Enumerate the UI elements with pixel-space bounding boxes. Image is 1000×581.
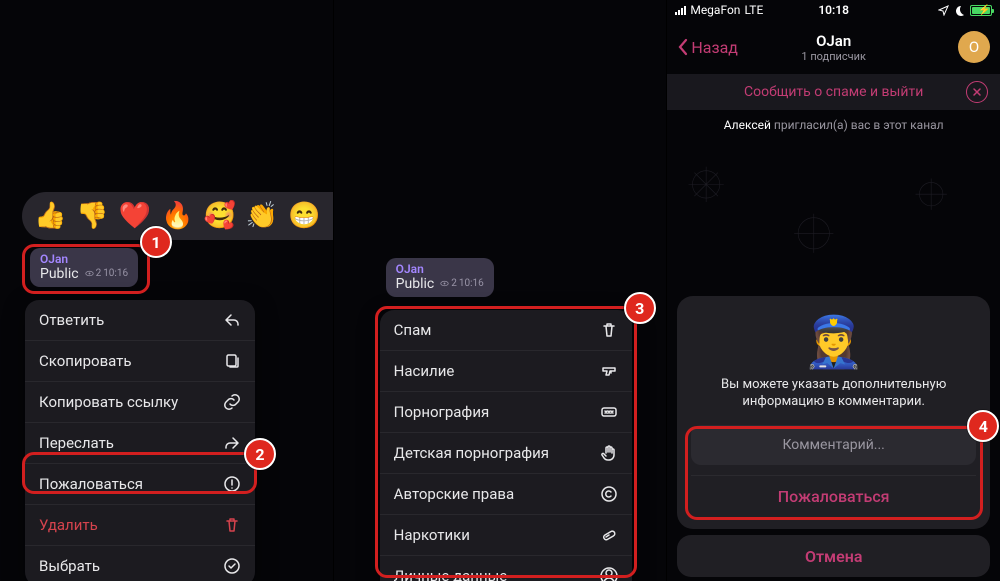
chevron-left-icon xyxy=(677,38,689,56)
reaction-fire[interactable]: 🔥 xyxy=(161,203,193,229)
link-icon xyxy=(223,393,241,411)
menu-item-label: Ответить xyxy=(39,311,104,329)
status-bar: MegaFon LTE 10:18 ⚡ xyxy=(667,0,1000,20)
report-menu: Спам Насилие Порнография Детская порнографи… xyxy=(380,310,632,581)
menu-item-label: Авторские права xyxy=(394,485,514,503)
context-item-copy[interactable]: Скопировать xyxy=(25,341,255,382)
menu-item-label: Выбрать xyxy=(39,557,100,575)
police-emoji: 👮‍♀️ xyxy=(691,318,976,368)
context-item-reply[interactable]: Ответить xyxy=(25,300,255,341)
menu-item-label: Детская порнография xyxy=(394,444,549,462)
message-sender: OJan xyxy=(396,262,484,276)
battery-icon: ⚡ xyxy=(970,5,992,16)
menu-item-label: Удалить xyxy=(39,516,98,534)
hand-icon xyxy=(600,444,618,462)
reaction-bar: 👍 👎 ❤️ 🔥 🥰 👏 😁 xyxy=(22,192,334,240)
close-banner-button[interactable] xyxy=(966,81,988,103)
report-item-xxx[interactable]: Порнография xyxy=(380,392,632,433)
check-icon xyxy=(223,557,241,575)
avatar[interactable]: O xyxy=(958,31,990,63)
message-meta: 2 10:16 xyxy=(85,268,129,279)
cancel-button[interactable]: Отмена xyxy=(677,535,990,577)
menu-item-label: Насилие xyxy=(394,362,455,380)
screenshot-3: MegaFon LTE 10:18 ⚡ Назад OJan 1 подписч… xyxy=(667,0,1000,581)
message-sender: OJan xyxy=(40,252,128,266)
message-bubble[interactable]: OJan Public 2 10:16 xyxy=(386,258,494,297)
sheet-description: Вы можете указать дополнительную информа… xyxy=(691,376,976,411)
reaction-heart[interactable]: ❤️ xyxy=(119,203,151,229)
message-text: Public xyxy=(40,266,79,282)
context-item-forward[interactable]: Переслать xyxy=(25,423,255,464)
reaction-thumbs-up[interactable]: 👍 xyxy=(34,203,66,229)
back-label: Назад xyxy=(691,38,738,57)
header-title[interactable]: OJan 1 подписчик xyxy=(801,32,866,63)
menu-item-label: Переслать xyxy=(39,434,114,452)
message-text: Public xyxy=(396,276,435,292)
spam-banner-text[interactable]: Сообщить о спаме и выйти xyxy=(744,84,923,100)
views-icon xyxy=(85,269,94,278)
reply-icon xyxy=(223,311,241,329)
context-item-warn[interactable]: Пожаловаться xyxy=(25,464,255,505)
person-icon xyxy=(600,567,618,581)
comment-input[interactable]: Комментарий... xyxy=(691,425,976,465)
menu-item-label: Порнография xyxy=(394,403,490,421)
menu-item-label: Личные данные xyxy=(394,567,508,581)
report-item-copyright[interactable]: Авторские права xyxy=(380,474,632,515)
context-item-trash[interactable]: Удалить xyxy=(25,505,255,546)
trash-icon xyxy=(600,321,618,339)
context-item-link[interactable]: Копировать ссылку xyxy=(25,382,255,423)
network-label: LTE xyxy=(744,3,763,17)
menu-item-label: Копировать ссылку xyxy=(39,393,178,411)
message-bubble[interactable]: OJan Public 2 10:16 xyxy=(30,248,138,287)
status-time: 10:18 xyxy=(818,3,849,17)
close-icon xyxy=(972,87,982,97)
comment-placeholder: Комментарий... xyxy=(782,437,884,453)
report-item-hand[interactable]: Детская порнография xyxy=(380,433,632,474)
callout-1: 1 xyxy=(140,226,172,258)
gun-icon xyxy=(600,362,618,380)
reaction-grin[interactable]: 😁 xyxy=(288,203,320,229)
chat-header: Назад OJan 1 подписчик O xyxy=(667,22,1000,72)
location-icon xyxy=(938,5,949,16)
warn-icon xyxy=(223,475,241,493)
message-meta: 2 10:16 xyxy=(440,278,484,289)
report-item-gun[interactable]: Насилие xyxy=(380,351,632,392)
menu-item-label: Наркотики xyxy=(394,526,470,544)
back-button[interactable]: Назад xyxy=(677,38,738,57)
chat-title: OJan xyxy=(801,32,866,50)
context-item-check[interactable]: Выбрать xyxy=(25,546,255,581)
callout-2: 2 xyxy=(244,438,276,470)
forward-icon xyxy=(223,434,241,452)
menu-item-label: Спам xyxy=(394,321,432,339)
menu-item-label: Пожаловаться xyxy=(39,475,143,493)
invite-text: Алексей пригласил(а) вас в этот канал xyxy=(667,118,1000,132)
xxx-icon xyxy=(600,403,618,421)
reaction-love[interactable]: 🥰 xyxy=(204,203,236,229)
carrier-label: MegaFon xyxy=(690,3,740,17)
reaction-clap[interactable]: 👏 xyxy=(246,203,278,229)
reaction-thumbs-down[interactable]: 👎 xyxy=(76,203,108,229)
screenshot-1: 👍 👎 ❤️ 🔥 🥰 👏 😁 OJan Public 2 10:16 От xyxy=(0,0,334,581)
report-item-trash[interactable]: Спам xyxy=(380,310,632,351)
screenshot-2: OJan Public 2 10:16 Спам Насилие Порнограф… xyxy=(334,0,668,581)
context-menu: Ответить Скопировать Копировать ссылку Пере… xyxy=(25,300,255,581)
report-sheet: 👮‍♀️ Вы можете указать дополнительную ин… xyxy=(677,296,990,529)
report-item-person[interactable]: Личные данные xyxy=(380,556,632,581)
moon-icon xyxy=(954,5,965,16)
chat-subtitle: 1 подписчик xyxy=(801,50,866,63)
spam-banner: Сообщить о спаме и выйти xyxy=(667,74,1000,110)
report-item-pill[interactable]: Наркотики xyxy=(380,515,632,556)
copy-icon xyxy=(223,352,241,370)
signal-icon xyxy=(675,6,686,15)
callout-3: 3 xyxy=(624,292,656,324)
menu-item-label: Скопировать xyxy=(39,352,132,370)
pill-icon xyxy=(600,526,618,544)
trash-icon xyxy=(223,516,241,534)
copyright-icon xyxy=(600,485,618,503)
views-icon xyxy=(440,279,449,288)
report-button[interactable]: Пожаловаться xyxy=(691,475,976,517)
